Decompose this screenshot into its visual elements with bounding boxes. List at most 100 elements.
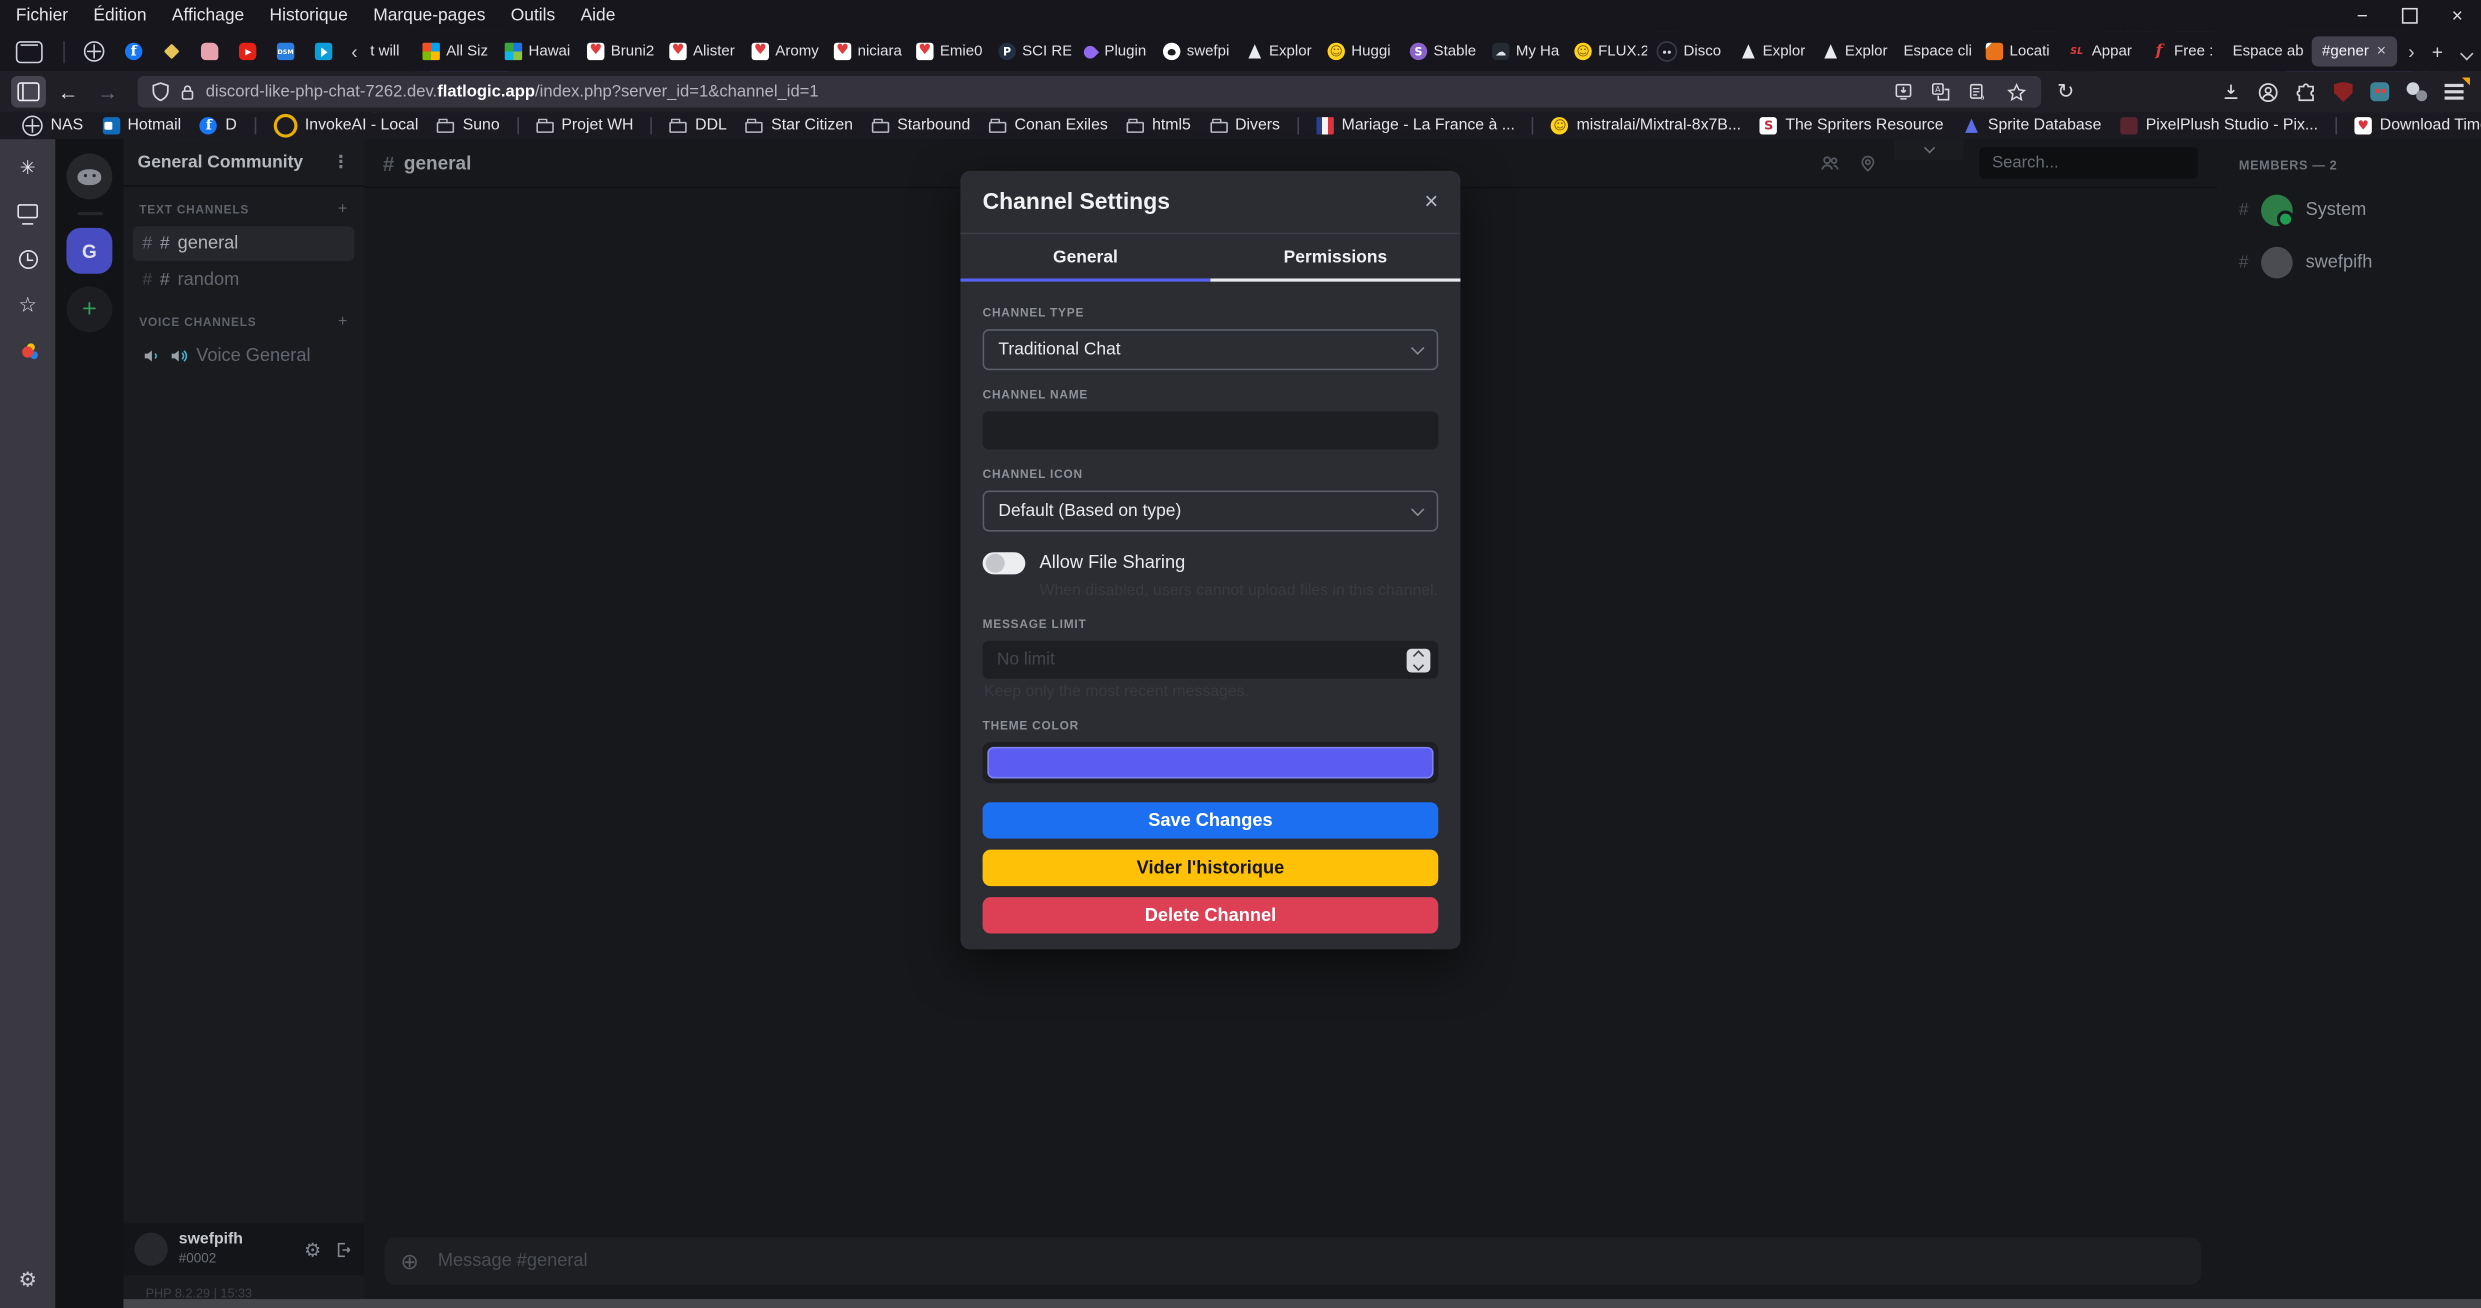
browser-tab[interactable]: Aromy xyxy=(747,32,829,72)
settings-gear-icon[interactable]: ⚙ xyxy=(15,1267,40,1292)
channel-type-select[interactable]: Traditional Chat xyxy=(983,329,1439,370)
sidebar-tool-icon[interactable] xyxy=(15,293,40,318)
active-tab[interactable]: #gener × xyxy=(2311,36,2397,66)
menu-item[interactable]: Outils xyxy=(498,6,568,25)
save-changes-button[interactable]: Save Changes xyxy=(983,802,1439,838)
bookmark[interactable]: Suno xyxy=(428,117,509,134)
browser-tab[interactable]: Plugin xyxy=(1076,32,1158,72)
browser-tab[interactable]: Emie0 xyxy=(911,32,993,72)
message-input[interactable] xyxy=(435,1250,2185,1272)
pinned-tab-favicon[interactable] xyxy=(163,43,180,60)
delete-channel-button[interactable]: Delete Channel xyxy=(983,897,1439,933)
list-tabs-button[interactable] xyxy=(2453,40,2481,62)
menu-item[interactable]: Marque-pages xyxy=(361,6,499,25)
extensions-puzzle-icon[interactable] xyxy=(2296,81,2317,102)
bookmark[interactable] xyxy=(1297,117,1299,134)
browser-tab[interactable]: Stable xyxy=(1405,32,1487,72)
browser-tab[interactable]: Explor xyxy=(1240,32,1322,72)
sidebar-tool-icon[interactable] xyxy=(15,339,40,364)
bookmark[interactable] xyxy=(2335,117,2337,134)
sidebar-tool-icon[interactable] xyxy=(15,155,40,180)
menu-item[interactable]: Fichier xyxy=(3,6,81,25)
browser-tab[interactable]: Alister xyxy=(665,32,747,72)
horizontal-scrollbar[interactable] xyxy=(123,1298,2481,1308)
channel-item[interactable]: # # general xyxy=(133,226,355,261)
bookmark[interactable]: Download Time Mana... xyxy=(2345,117,2481,134)
voice-channel-item[interactable]: Voice General xyxy=(133,339,355,374)
tab-close-icon[interactable]: × xyxy=(2377,43,2386,60)
server-icon-discord[interactable] xyxy=(66,153,112,199)
browser-tab[interactable]: Explor xyxy=(1734,32,1816,72)
bookmark[interactable]: Star Citizen xyxy=(736,117,862,134)
menu-item[interactable]: Édition xyxy=(81,6,160,25)
url-bar[interactable]: discord-like-php-chat-7262.dev.flatlogic… xyxy=(138,76,2042,108)
pinned-tab-favicon[interactable] xyxy=(125,43,142,60)
bookmark[interactable]: Projet WH xyxy=(527,117,643,134)
bookmark[interactable]: Sprite Database xyxy=(1953,117,2111,134)
bookmark[interactable]: Mariage - La France à ... xyxy=(1307,117,1525,134)
bookmark[interactable] xyxy=(1532,117,1534,134)
robot-extension-icon[interactable] xyxy=(2370,82,2389,101)
channel-name-input[interactable] xyxy=(983,411,1439,449)
bookmark[interactable]: D xyxy=(191,117,247,134)
channel-icon-select[interactable]: Default (Based on type) xyxy=(983,491,1439,532)
modal-tab[interactable]: General xyxy=(960,234,1210,281)
browser-tab[interactable]: Locati xyxy=(1981,32,2063,72)
file-sharing-toggle[interactable] xyxy=(983,552,1026,574)
ublock-extension-icon[interactable] xyxy=(2334,81,2353,102)
search-filter-dropdown[interactable] xyxy=(1894,139,1964,160)
bookmark[interactable]: PixelPlush Studio - Pix... xyxy=(2111,117,2328,134)
attach-plus-icon[interactable]: ⊕ xyxy=(400,1248,419,1275)
browser-tab[interactable]: t will xyxy=(366,32,418,72)
browser-tab[interactable]: Disco xyxy=(1652,32,1734,72)
account-icon[interactable] xyxy=(2258,81,2279,102)
browser-tab[interactable]: Espace cli xyxy=(1899,32,1981,72)
minimize-button[interactable]: − xyxy=(2339,0,2386,32)
maximize-button[interactable] xyxy=(2386,0,2433,32)
bookmark[interactable]: Divers xyxy=(1200,117,1289,134)
bookmark[interactable]: DDL xyxy=(660,117,736,134)
members-toggle-icon[interactable] xyxy=(1818,152,1842,174)
browser-tab[interactable]: Appar xyxy=(2063,32,2145,72)
channel-item[interactable]: # # random xyxy=(133,263,355,298)
logout-icon[interactable] xyxy=(334,1240,353,1259)
bookmark[interactable] xyxy=(254,117,256,134)
user-settings-gear-icon[interactable]: ⚙ xyxy=(304,1238,321,1260)
bookmark[interactable]: Conan Exiles xyxy=(980,117,1118,134)
sidebar-tool-icon[interactable] xyxy=(15,201,40,226)
pin-icon[interactable] xyxy=(1858,152,1879,174)
bookmark[interactable] xyxy=(517,117,519,134)
modal-tab[interactable]: Permissions xyxy=(1210,234,1460,281)
menu-item[interactable]: Historique xyxy=(257,6,361,25)
menu-item[interactable]: Aide xyxy=(568,6,628,25)
pinned-tab-favicon[interactable] xyxy=(84,41,105,62)
bookmark[interactable] xyxy=(651,117,653,134)
menu-item[interactable]: Affichage xyxy=(159,6,257,25)
browser-tab[interactable]: Hawai xyxy=(500,32,582,72)
browser-tab[interactable]: Espace ab xyxy=(2228,32,2308,72)
extension-icon[interactable] xyxy=(2407,82,2428,101)
browser-tab[interactable]: Huggi xyxy=(1323,32,1405,72)
browser-tab[interactable]: All Siz xyxy=(418,32,500,72)
pinned-tab-favicon[interactable] xyxy=(315,43,332,60)
browser-tab[interactable]: Explor xyxy=(1816,32,1898,72)
app-menu-icon[interactable] xyxy=(2445,84,2464,87)
number-spinner[interactable] xyxy=(1407,648,1431,672)
browser-tab[interactable]: SCI RE xyxy=(994,32,1076,72)
shield-icon[interactable] xyxy=(152,82,169,101)
pinned-tab-favicon[interactable] xyxy=(277,43,294,60)
user-avatar[interactable] xyxy=(134,1233,167,1266)
member-row[interactable]: # System xyxy=(2239,195,2481,227)
theme-color-input[interactable] xyxy=(983,742,1439,783)
server-menu-icon[interactable]: ⋮ xyxy=(332,152,349,173)
browser-tab[interactable]: FLUX.2 xyxy=(1570,32,1652,72)
reload-button[interactable]: ↻ xyxy=(2057,79,2074,104)
browser-tab[interactable]: Bruni2 xyxy=(582,32,664,72)
bookmark[interactable]: Starbound xyxy=(862,117,979,134)
install-app-icon[interactable] xyxy=(1894,82,1913,101)
browser-tab[interactable]: niciara xyxy=(829,32,911,72)
translate-page-icon[interactable]: a xyxy=(1968,82,1989,101)
server-icon-general[interactable]: G xyxy=(66,228,112,274)
bookmark[interactable]: NAS xyxy=(13,116,93,137)
bookmark[interactable]: mistralai/Mixtral-8x7B... xyxy=(1542,117,1751,134)
